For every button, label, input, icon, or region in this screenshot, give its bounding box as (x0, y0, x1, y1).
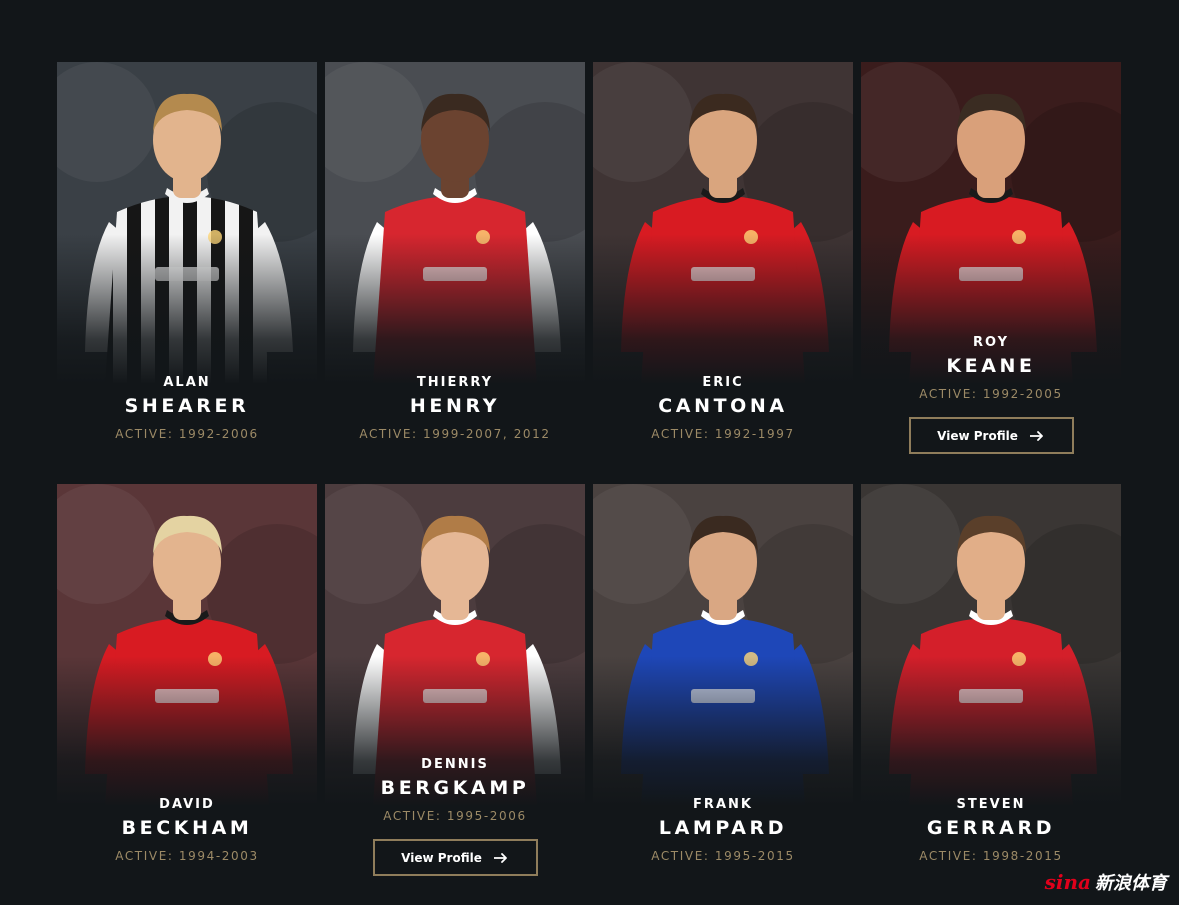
player-card-lampard[interactable]: FRANK LAMPARD ACTIVE: 1995-2015 (593, 484, 853, 863)
player-photo (593, 62, 853, 384)
photo-gradient (593, 656, 853, 806)
players-grid: ALAN SHEARER ACTIVE: 1992-2006 THIERRY HENRY… (57, 62, 1121, 876)
player-last-name: KEANE (946, 355, 1036, 377)
player-card-cantona[interactable]: ERIC CANTONA ACTIVE: 1992-1997 (593, 62, 853, 441)
player-info: DENNIS BERGKAMP ACTIVE: 1995-2006 View Prof… (325, 756, 585, 876)
view-profile-label: View Profile (401, 850, 482, 865)
player-last-name: BECKHAM (121, 817, 253, 839)
player-card-keane[interactable]: ROY KEANE ACTIVE: 1992-2005 View Profile (861, 62, 1121, 454)
player-card-beckham[interactable]: DAVID BECKHAM ACTIVE: 1994-2003 (57, 484, 317, 863)
view-profile-button[interactable]: View Profile (372, 839, 538, 876)
player-active-years: ACTIVE: 1992-1997 (651, 427, 795, 441)
player-card-gerrard[interactable]: STEVEN GERRARD ACTIVE: 1998-2015 (861, 484, 1121, 863)
player-active-years: ACTIVE: 1992-2005 (919, 387, 1063, 401)
player-active-years: ACTIVE: 1992-2006 (115, 427, 259, 441)
player-last-name: GERRARD (926, 817, 1056, 839)
player-last-name: SHEARER (124, 395, 250, 417)
player-last-name: CANTONA (658, 395, 788, 417)
player-photo (861, 484, 1121, 806)
player-first-name: THIERRY (416, 375, 494, 390)
player-card-bergkamp[interactable]: DENNIS BERGKAMP ACTIVE: 1995-2006 View Prof… (325, 484, 585, 876)
player-first-name: STEVEN (956, 797, 1026, 812)
player-card-henry[interactable]: THIERRY HENRY ACTIVE: 1999-2007, 2012 (325, 62, 585, 441)
player-info: ROY KEANE ACTIVE: 1992-2005 View Profile (861, 334, 1121, 454)
player-first-name: ERIC (702, 375, 744, 390)
view-profile-button[interactable]: View Profile (908, 417, 1074, 454)
player-active-years: ACTIVE: 1995-2015 (651, 849, 795, 863)
player-photo (593, 484, 853, 806)
photo-gradient (325, 234, 585, 384)
watermark-text: 新浪体育 (1095, 873, 1167, 893)
arrow-right-icon (493, 852, 509, 863)
players-row-1: ALAN SHEARER ACTIVE: 1992-2006 THIERRY HENRY… (57, 62, 1121, 454)
player-photo (325, 62, 585, 384)
arrow-right-icon (1029, 430, 1045, 441)
player-info: THIERRY HENRY ACTIVE: 1999-2007, 2012 (325, 374, 585, 441)
player-info: FRANK LAMPARD ACTIVE: 1995-2015 (593, 796, 853, 863)
player-first-name: ALAN (163, 375, 211, 390)
player-photo (57, 484, 317, 806)
player-last-name: BERGKAMP (380, 777, 530, 799)
sina-logo: sina (1044, 870, 1091, 894)
player-photo (57, 62, 317, 384)
player-active-years: ACTIVE: 1999-2007, 2012 (359, 427, 551, 441)
player-info: ALAN SHEARER ACTIVE: 1992-2006 (57, 374, 317, 441)
sina-sports-watermark: sina 新浪体育 (1045, 869, 1167, 895)
player-last-name: HENRY (409, 395, 501, 417)
player-info: ERIC CANTONA ACTIVE: 1992-1997 (593, 374, 853, 441)
player-active-years: ACTIVE: 1998-2015 (919, 849, 1063, 863)
player-first-name: FRANK (693, 797, 753, 812)
photo-gradient (593, 234, 853, 384)
photo-gradient (57, 656, 317, 806)
photo-gradient (861, 656, 1121, 806)
players-row-2: DAVID BECKHAM ACTIVE: 1994-2003 DENNIS BERGK… (57, 484, 1121, 876)
player-first-name: ROY (972, 335, 1009, 350)
player-first-name: DENNIS (421, 757, 489, 772)
player-active-years: ACTIVE: 1995-2006 (383, 809, 527, 823)
player-active-years: ACTIVE: 1994-2003 (115, 849, 259, 863)
player-card-shearer[interactable]: ALAN SHEARER ACTIVE: 1992-2006 (57, 62, 317, 441)
player-info: STEVEN GERRARD ACTIVE: 1998-2015 (861, 796, 1121, 863)
player-last-name: LAMPARD (658, 817, 788, 839)
photo-gradient (57, 234, 317, 384)
player-info: DAVID BECKHAM ACTIVE: 1994-2003 (57, 796, 317, 863)
view-profile-label: View Profile (937, 428, 1018, 443)
player-first-name: DAVID (159, 797, 215, 812)
